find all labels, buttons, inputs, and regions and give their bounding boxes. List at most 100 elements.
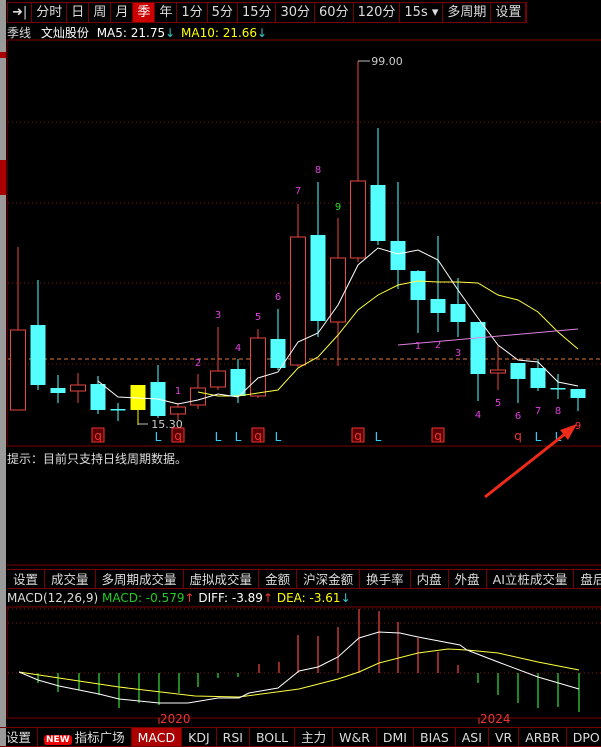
indicator-tab-10[interactable]: 盘后成 <box>574 570 601 588</box>
bottom-tab-3[interactable]: KDJ <box>182 728 217 746</box>
bottom-tab-5[interactable]: BOLL <box>250 728 296 746</box>
td-count-up-7: 7 <box>295 186 301 197</box>
td-count-down-6: 6 <box>515 411 521 422</box>
bottom-tab-7[interactable]: W&R <box>333 728 377 746</box>
candle-body-down <box>90 384 106 410</box>
candle-body-down <box>530 368 546 388</box>
bottom-tab-0[interactable]: 设置 <box>0 728 39 746</box>
candle-body-down <box>390 241 406 270</box>
q-marker: q <box>254 429 262 443</box>
bottom-tab-9[interactable]: BIAS <box>414 728 456 746</box>
bottom-tab-label: MACD <box>137 730 176 745</box>
td-count-up-4: 4 <box>235 343 241 354</box>
q-marker: q <box>354 429 362 443</box>
candle-body-down <box>30 325 46 385</box>
l-marker: L <box>275 430 282 444</box>
red-arrow-icon <box>484 428 571 499</box>
bottom-tab-label: ARBR <box>525 730 560 745</box>
td-count-down-5: 5 <box>495 398 501 409</box>
candle-body-down <box>410 271 426 300</box>
macd-up-arrow-icon: ↑ <box>184 591 195 605</box>
bottom-tab-label: 设置 <box>6 730 32 745</box>
macd-params: MACD(12,26,9) <box>7 591 99 605</box>
diff-line <box>18 631 580 704</box>
indicator-tab-7[interactable]: 内盘 <box>411 570 449 588</box>
macd-frame <box>6 606 601 719</box>
candle-body-down <box>510 363 526 379</box>
td-count-down-2: 2 <box>435 340 441 351</box>
td-count-up-1: 1 <box>175 386 181 397</box>
td-count-down-3: 3 <box>455 348 461 359</box>
year-label-2020: 2020 <box>160 712 191 726</box>
td-count-down-4: 4 <box>475 410 481 421</box>
candlestick-chart[interactable]: 99.0015.301234567891 23456 7 89q Lq L Lq Lq Lq q L… <box>0 0 601 746</box>
candle-body-down <box>110 409 126 411</box>
high-price-label: 99.00 <box>371 55 403 68</box>
candle-body-down <box>550 388 566 390</box>
candle-body-up <box>70 384 86 392</box>
bottom-tab-label: 指标广场 <box>74 730 125 745</box>
bottom-tab-label: W&R <box>339 730 370 745</box>
macd-title: MACD(12,26,9) MACD: -0.579↑ DIFF: -3.89↑… <box>7 591 351 605</box>
td-count-up-2: 2 <box>195 358 201 369</box>
l-marker: L <box>235 430 242 444</box>
candle-body-up <box>490 369 506 374</box>
bottom-tab-8[interactable]: DMI <box>377 728 414 746</box>
bottom-tab-11[interactable]: VR <box>489 728 520 746</box>
q-marker: q <box>514 429 522 443</box>
indicator-tab-4[interactable]: 金额 <box>259 570 298 588</box>
indicator-tab-9[interactable]: AI立桩成交量 <box>487 570 575 588</box>
diff-up-arrow-icon: ↑ <box>262 591 273 605</box>
td-count-up-9: 9 <box>335 202 341 213</box>
q-marker: q <box>174 429 182 443</box>
candle-body-down <box>470 322 486 374</box>
l-marker: L <box>375 430 382 444</box>
indicator-tab-0[interactable]: 设置 <box>7 570 46 588</box>
bottom-tab-12[interactable]: ARBR <box>519 728 567 746</box>
bottom-tab-2[interactable]: MACD <box>131 728 183 746</box>
indicator-tab-6[interactable]: 换手率 <box>360 570 411 588</box>
diff-value: DIFF: -3.89 <box>198 591 263 605</box>
candle-body-down <box>450 304 466 322</box>
candle-body-up <box>290 236 306 366</box>
l-marker: L <box>215 430 222 444</box>
candle-body-up <box>10 329 26 411</box>
td-count-up-5: 5 <box>255 312 261 323</box>
dea-down-arrow-icon: ↓ <box>340 591 351 605</box>
bottom-tab-1[interactable]: NEW 指标广场 <box>38 728 132 746</box>
bottom-tab-label: DPO <box>572 730 600 745</box>
td-count-up-3: 3 <box>215 310 221 321</box>
indicator-tabs: 设置成交量多周期成交量虚拟成交量金额沪深金额换手率内盘外盘AI立桩成交量盘后成 <box>7 569 601 589</box>
bottom-tab-label: KDJ <box>188 730 210 745</box>
hint-text: 提示：目前只支持日线周期数据。 <box>7 452 188 466</box>
dea-value: DEA: -3.61 <box>276 591 341 605</box>
bottom-tab-label: RSI <box>222 730 243 745</box>
candle-body-up <box>350 180 366 259</box>
bottom-tab-label: DMI <box>382 730 407 745</box>
td-count-down-7: 7 <box>535 406 541 417</box>
new-badge: NEW <box>44 735 72 745</box>
candle-body-down <box>310 235 326 321</box>
indicator-tab-5[interactable]: 沪深金额 <box>297 570 361 588</box>
indicator-tab-2[interactable]: 多周期成交量 <box>96 570 184 588</box>
indicator-tab-8[interactable]: 外盘 <box>449 570 487 588</box>
bottom-tab-13[interactable]: DPO <box>567 728 601 746</box>
indicator-tab-3[interactable]: 虚拟成交量 <box>184 570 260 588</box>
l-marker: L <box>535 430 542 444</box>
bottom-indicator-tabs: 设置 NEW 指标广场 MACD KDJ RSI BOLL 主力 W&R DMI BIAS ASI VR… <box>0 727 601 747</box>
td-count-up-6: 6 <box>275 292 281 303</box>
candle-body-down <box>50 388 66 393</box>
bottom-tab-label: BIAS <box>420 730 449 745</box>
q-marker: q <box>434 429 442 443</box>
q-marker: q <box>94 429 102 443</box>
bottom-tab-4[interactable]: RSI <box>217 728 250 746</box>
dea-line <box>18 648 580 698</box>
indicator-tab-1[interactable]: 成交量 <box>45 570 96 588</box>
candle-body-down <box>430 299 446 313</box>
bottom-tab-label: 主力 <box>301 730 327 745</box>
bottom-tab-10[interactable]: ASI <box>456 728 489 746</box>
candle-body-up <box>170 406 186 415</box>
td-count-up-8: 8 <box>315 165 321 176</box>
candle-body-up <box>210 370 226 388</box>
bottom-tab-6[interactable]: 主力 <box>295 728 334 746</box>
